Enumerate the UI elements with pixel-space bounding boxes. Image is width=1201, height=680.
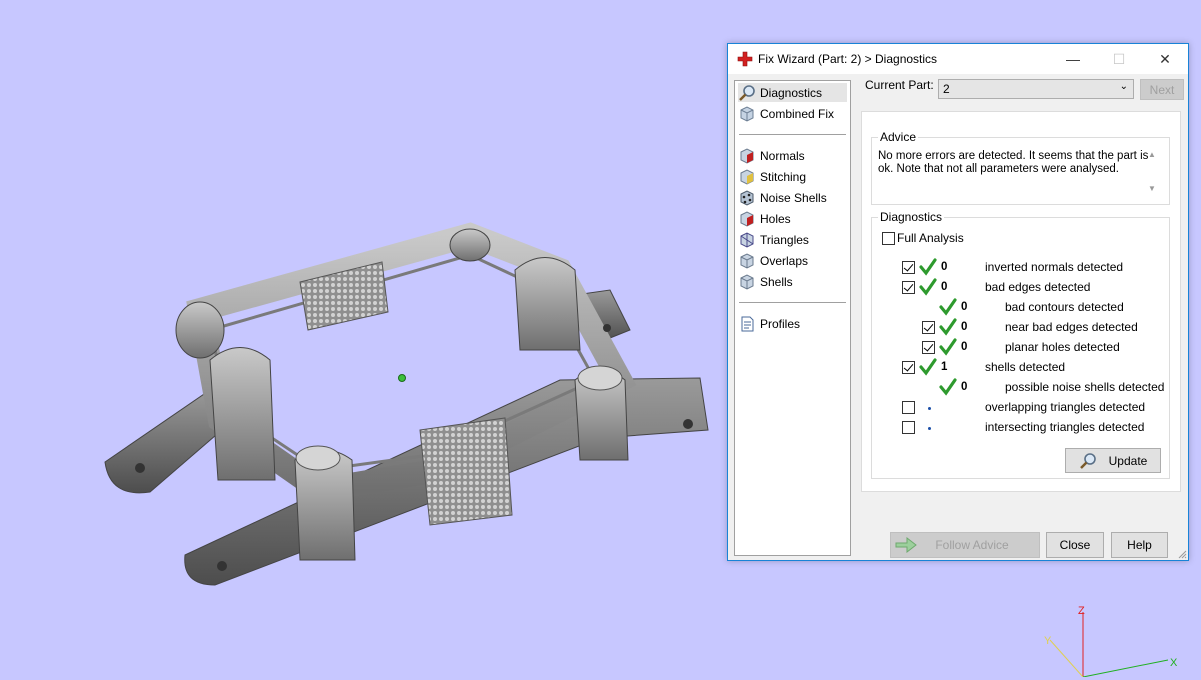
nav-divider: [739, 302, 846, 303]
overlapping-triangles-checkbox[interactable]: [902, 401, 915, 414]
fix-wizard-nav: Diagnostics Combined Fix Normals Stitchi…: [734, 80, 851, 556]
nav-label: Overlaps: [760, 253, 809, 268]
nav-label: Combined Fix: [760, 106, 835, 121]
magnifier-icon: [739, 84, 755, 101]
checkmark-icon: [939, 298, 957, 316]
advice-title: Advice: [878, 130, 919, 144]
overlaps-icon: [740, 252, 754, 269]
noise-shells-count: 0: [961, 381, 968, 393]
update-button[interactable]: Update: [1065, 448, 1161, 473]
title-bar[interactable]: Fix Wizard (Part: 2) > Diagnostics — ☐ ✕: [728, 44, 1188, 74]
triangles-icon: [740, 231, 754, 248]
checkmark-icon: [939, 338, 957, 356]
current-part-label: Current Part:: [865, 78, 934, 92]
axis-x-label: X: [1170, 657, 1178, 669]
nav-item-diagnostics[interactable]: Diagnostics: [738, 83, 847, 102]
advice-text: No more errors are detected. It seems th…: [878, 150, 1149, 175]
nav-divider: [739, 134, 846, 135]
shells-count: 1: [941, 361, 948, 373]
magnifier-icon: [1079, 452, 1096, 469]
nav-label: Triangles: [760, 232, 809, 247]
chevron-down-icon: ⌄: [1119, 81, 1128, 92]
close-window-button[interactable]: ✕: [1142, 44, 1188, 74]
full-analysis-label: Full Analysis: [897, 231, 964, 245]
scroll-down-icon[interactable]: ▼: [1148, 184, 1156, 193]
follow-advice-label: Follow Advice: [935, 538, 1009, 552]
inverted-normals-count: 0: [941, 261, 948, 273]
planar-holes-checkbox[interactable]: [922, 341, 935, 354]
noise-shells-label: possible noise shells detected: [1005, 380, 1165, 394]
nav-label: Shells: [760, 274, 793, 289]
near-bad-edges-checkbox[interactable]: [922, 321, 935, 334]
nav-item-combined-fix[interactable]: Combined Fix: [738, 104, 847, 123]
inverted-normals-label: inverted normals detected: [985, 260, 1124, 274]
noise-shells-icon: [740, 189, 754, 206]
profiles-icon: [741, 316, 754, 331]
follow-advice-button[interactable]: Follow Advice: [890, 532, 1040, 558]
nav-label: Holes: [760, 211, 791, 226]
status-dot-icon: [928, 427, 931, 430]
diagnostics-title: Diagnostics: [878, 210, 945, 224]
nav-label: Stitching: [760, 169, 807, 184]
help-button[interactable]: Help: [1111, 532, 1168, 558]
nav-item-shells[interactable]: Shells: [738, 272, 847, 291]
red-cross-icon: [737, 51, 753, 67]
overlapping-triangles-label: overlapping triangles detected: [985, 400, 1146, 414]
maximize-button: ☐: [1112, 50, 1126, 67]
axis-y-label: Y: [1044, 635, 1052, 647]
nav-label: Profiles: [760, 316, 801, 331]
shells-label: shells detected: [985, 360, 1066, 374]
normals-icon: [740, 147, 754, 164]
minimize-button[interactable]: —: [1050, 44, 1096, 74]
checkmark-icon: [939, 378, 957, 396]
full-analysis-checkbox[interactable]: [882, 232, 895, 245]
checkmark-icon: [919, 278, 937, 296]
shells-icon: [740, 273, 754, 290]
checkmark-icon: [919, 358, 937, 376]
nav-label: Normals: [760, 148, 805, 163]
next-button[interactable]: Next: [1140, 79, 1184, 100]
planar-holes-count: 0: [961, 341, 968, 353]
resize-grip-icon[interactable]: [1177, 549, 1187, 559]
axis-z-label: Z: [1078, 605, 1085, 617]
nav-item-holes[interactable]: Holes: [738, 209, 847, 228]
current-part-select[interactable]: 2 ⌄: [938, 79, 1134, 99]
bad-contours-count: 0: [961, 301, 968, 313]
intersecting-triangles-label: intersecting triangles detected: [985, 420, 1145, 434]
fix-wizard-window: Fix Wizard (Part: 2) > Diagnostics — ☐ ✕…: [727, 43, 1189, 561]
status-dot-icon: [928, 407, 931, 410]
nav-item-triangles[interactable]: Triangles: [738, 230, 847, 249]
checkmark-icon: [919, 258, 937, 276]
bad-edges-count: 0: [941, 281, 948, 293]
nav-item-stitching[interactable]: Stitching: [738, 167, 847, 186]
nav-item-profiles[interactable]: Profiles: [738, 314, 847, 333]
bad-edges-checkbox[interactable]: [902, 281, 915, 294]
nav-item-normals[interactable]: Normals: [738, 146, 847, 165]
nav-label: Noise Shells: [760, 190, 827, 205]
bad-edges-label: bad edges detected: [985, 280, 1091, 294]
update-label: Update: [1108, 453, 1148, 468]
cube-icon: [740, 105, 754, 122]
inverted-normals-checkbox[interactable]: [902, 261, 915, 274]
axis-triad: Z Y X: [1044, 605, 1178, 677]
checkmark-icon: [939, 318, 957, 336]
planar-holes-label: planar holes detected: [1005, 340, 1120, 354]
near-bad-edges-label: near bad edges detected: [1005, 320, 1138, 334]
scroll-up-icon[interactable]: ▲: [1148, 150, 1156, 159]
nav-item-noise-shells[interactable]: Noise Shells: [738, 188, 847, 207]
nav-item-overlaps[interactable]: Overlaps: [738, 251, 847, 270]
nav-label: Diagnostics: [760, 85, 823, 100]
arrow-right-icon: [895, 537, 917, 553]
intersecting-triangles-checkbox[interactable]: [902, 421, 915, 434]
current-part-value: 2: [943, 82, 950, 96]
shells-checkbox[interactable]: [902, 361, 915, 374]
window-title: Fix Wizard (Part: 2) > Diagnostics: [758, 52, 938, 66]
close-button[interactable]: Close: [1046, 532, 1104, 558]
near-bad-edges-count: 0: [961, 321, 968, 333]
stitching-icon: [740, 168, 754, 185]
bad-contours-label: bad contours detected: [1005, 300, 1124, 314]
holes-icon: [740, 210, 754, 227]
part-model[interactable]: [0, 0, 720, 677]
